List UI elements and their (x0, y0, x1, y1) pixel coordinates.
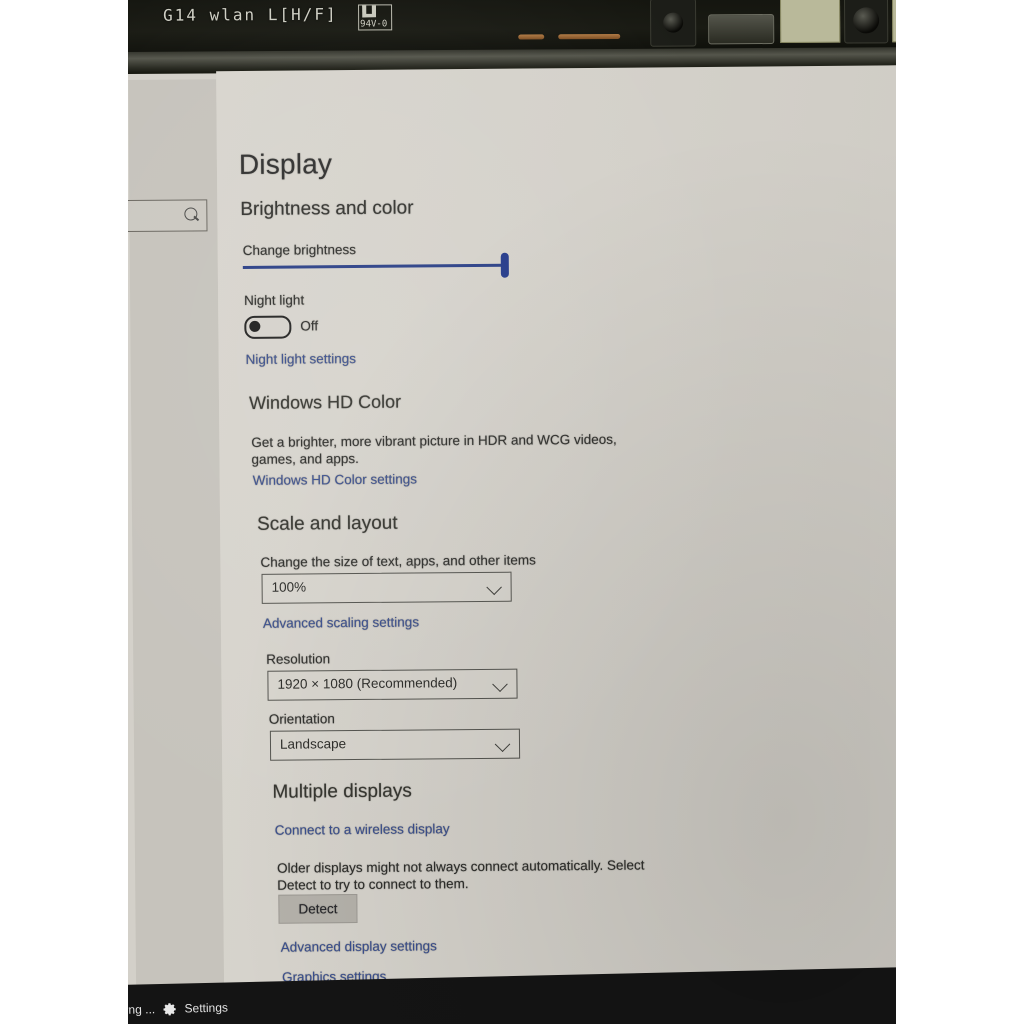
resolution-dropdown[interactable]: 1920 × 1080 (Recommended) (267, 668, 518, 701)
orientation-dropdown-value: Landscape (279, 736, 347, 752)
section-heading-scale-and-layout: Scale and layout (256, 512, 398, 535)
copper-wire-right (558, 33, 621, 40)
night-light-label: Night light (244, 292, 305, 308)
screenshot-root: G14 wlan L[H/F] 94V-0 Display Brightness… (0, 0, 1024, 1024)
camera-lens-icon-two (853, 7, 880, 34)
brightness-slider-track (242, 263, 505, 269)
ul-rating-text: 94V-0 (360, 19, 388, 30)
taskbar-item-settings[interactable]: Settings (162, 995, 228, 1022)
pcb-label-text: G14 wlan L[H/F] (163, 4, 338, 25)
windows-settings-screen: Display Brightness and color Change brig… (128, 51, 896, 1012)
gold-contact-pad-right (891, 0, 896, 43)
advanced-display-settings-link[interactable]: Advanced display settings (281, 938, 437, 954)
advanced-scaling-settings-link[interactable]: Advanced scaling settings (263, 614, 419, 630)
camera-module-one (650, 0, 697, 47)
brightness-slider-thumb[interactable] (500, 252, 509, 278)
gear-icon (162, 1001, 177, 1016)
page-title: Display (238, 148, 333, 181)
photo-of-laptop-screen: G14 wlan L[H/F] 94V-0 Display Brightness… (128, 0, 896, 1024)
ribbon-flex-cable (708, 13, 775, 45)
taskbar-item-truncated-label: ường ... (128, 1002, 156, 1018)
multiple-displays-description: Older displays might not always connect … (277, 857, 645, 893)
resolution-dropdown-value: 1920 × 1080 (Recommended) (277, 675, 458, 692)
detect-button[interactable]: Detect (278, 894, 358, 924)
night-light-toggle[interactable] (244, 315, 292, 339)
chevron-down-icon (486, 579, 502, 596)
chevron-down-icon (494, 736, 511, 753)
scale-dropdown[interactable]: 100% (261, 571, 512, 604)
scale-dropdown-value: 100% (271, 579, 307, 595)
resolution-label: Resolution (266, 651, 331, 667)
ul-flammability-mark: 94V-0 (358, 4, 393, 31)
chevron-down-icon (492, 676, 508, 693)
settings-content-pane: Display Brightness and color Change brig… (216, 65, 896, 1012)
night-light-settings-link[interactable]: Night light settings (246, 351, 356, 367)
night-light-toggle-knob (249, 320, 261, 332)
gold-contact-pad-left (779, 0, 841, 43)
change-brightness-label: Change brightness (242, 242, 357, 259)
section-heading-windows-hd-color: Windows HD Color (248, 391, 402, 413)
brightness-slider[interactable] (242, 252, 509, 278)
search-icon (184, 207, 198, 221)
section-heading-multiple-displays: Multiple displays (272, 780, 412, 803)
scale-label: Change the size of text, apps, and other… (260, 552, 536, 570)
windows-hd-color-description: Get a brighter, more vibrant picture in … (251, 431, 617, 467)
copper-wire-left (518, 34, 545, 40)
orientation-dropdown[interactable]: Landscape (269, 728, 521, 761)
ul-logo-icon (362, 5, 376, 17)
orientation-label: Orientation (268, 711, 335, 727)
night-light-state-text: Off (300, 318, 319, 334)
search-input[interactable] (128, 199, 208, 233)
connect-wireless-display-link[interactable]: Connect to a wireless display (275, 821, 450, 838)
section-heading-brightness-and-color: Brightness and color (240, 197, 414, 221)
camera-module-two (843, 0, 889, 44)
settings-sidebar (128, 79, 225, 1008)
camera-lens-icon (663, 12, 684, 33)
windows-hd-color-settings-link[interactable]: Windows HD Color settings (253, 471, 417, 487)
taskbar-item-settings-label: Settings (184, 1000, 229, 1016)
